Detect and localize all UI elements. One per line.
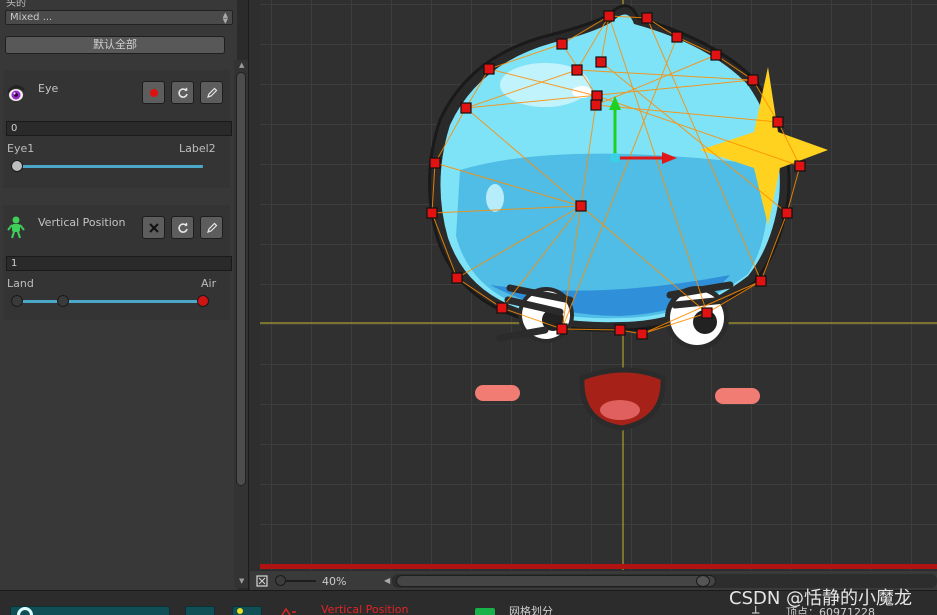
vertex-handle[interactable] <box>556 38 568 50</box>
vertex-handle[interactable] <box>755 275 767 287</box>
vertex-handle[interactable] <box>794 160 806 172</box>
middle-keyframe-knob[interactable] <box>57 295 69 307</box>
bottom-vertical-position-label[interactable]: Vertical Position <box>321 603 409 615</box>
eye-slider-knob[interactable] <box>11 160 23 172</box>
vertical-position-reset-button[interactable] <box>171 216 194 239</box>
section-label: 头的 <box>6 0 26 9</box>
vertical-position-parameter: Vertical Position 1 Land Air <box>3 205 232 320</box>
vertex-handle[interactable] <box>641 12 653 24</box>
land-label: Land <box>7 277 34 290</box>
eye-icon <box>7 85 25 101</box>
vertex-handle[interactable] <box>496 302 508 314</box>
fit-view-icon[interactable] <box>256 575 268 587</box>
vertex-handle[interactable] <box>781 207 793 219</box>
vertex-handle[interactable] <box>671 31 683 43</box>
eye-edit-button[interactable] <box>200 81 223 104</box>
close-icon <box>148 222 159 233</box>
eye-left-label: Eye1 <box>7 142 35 155</box>
eye-parameter: Eye 0 Eye1 Label2 <box>3 70 232 188</box>
character-icon <box>7 216 25 239</box>
vertical-position-title: Vertical Position <box>38 216 126 229</box>
eye-value-field[interactable]: 0 <box>6 121 232 136</box>
refresh-icon <box>177 87 188 98</box>
vertex-handle[interactable] <box>595 56 607 68</box>
panel-divider[interactable] <box>248 0 260 590</box>
land-keyframe-knob[interactable] <box>11 295 23 307</box>
horizontal-scroll-knob[interactable] <box>696 575 710 587</box>
air-keyframe-knob[interactable] <box>197 295 209 307</box>
refresh-icon <box>177 222 188 233</box>
mixed-dropdown-value: Mixed ... <box>10 12 53 23</box>
vertex-handle[interactable] <box>636 328 648 340</box>
inspector-panel: 头的 Mixed ... ▲▼ 默认全部 Eye 0 Eye1 Label2 <box>0 0 237 590</box>
timeline-red-bar <box>260 564 937 569</box>
vertex-handle[interactable] <box>483 63 495 75</box>
vertex-handles[interactable] <box>260 0 937 570</box>
vertex-handle[interactable] <box>772 116 784 128</box>
vertex-handle[interactable] <box>614 324 626 336</box>
scroll-left-icon[interactable]: ◀ <box>384 576 390 585</box>
scroll-up-icon[interactable]: ▲ <box>239 61 244 69</box>
scroll-down-icon[interactable]: ▼ <box>239 577 244 585</box>
vertex-handle[interactable] <box>747 74 759 86</box>
vertical-position-edit-button[interactable] <box>200 216 223 239</box>
bottom-tool-button-2[interactable] <box>232 606 262 615</box>
vertical-position-slider[interactable] <box>13 300 205 303</box>
vertex-handle[interactable] <box>556 323 568 335</box>
zoom-value: 40% <box>322 575 347 588</box>
record-icon <box>149 88 158 97</box>
vertical-position-icon <box>281 608 296 615</box>
remove-button[interactable] <box>142 216 165 239</box>
vertex-handle[interactable] <box>710 49 722 61</box>
bottom-tool-button[interactable] <box>185 606 215 615</box>
vertex-handle[interactable] <box>603 10 615 22</box>
vertex-handle[interactable] <box>590 99 602 111</box>
scene-viewport[interactable] <box>260 0 937 570</box>
vertex-handle[interactable] <box>451 272 463 284</box>
vertex-handle[interactable] <box>460 102 472 114</box>
bottom-mode-button[interactable] <box>10 606 170 615</box>
eye-reset-button[interactable] <box>171 81 194 104</box>
eye-right-label: Label2 <box>179 142 216 155</box>
air-label: Air <box>201 277 217 290</box>
pencil-icon <box>206 87 217 98</box>
updown-arrows-icon: ▲ ▼ <box>222 11 228 25</box>
vertex-handle[interactable] <box>575 200 587 212</box>
horizontal-scroll-thumb[interactable] <box>396 575 716 587</box>
vertical-position-value-field[interactable]: 1 <box>6 256 232 271</box>
grid-division-label[interactable]: 网格划分 <box>509 603 553 615</box>
light-icon <box>237 608 243 614</box>
circle-icon <box>17 607 33 615</box>
grid-icon <box>475 608 495 615</box>
vertex-handle[interactable] <box>426 207 438 219</box>
pencil-icon <box>206 222 217 233</box>
vertex-handle[interactable] <box>429 157 441 169</box>
eye-title: Eye <box>38 82 59 95</box>
watermark: CSDN @恬静的小魔龙 <box>729 588 913 609</box>
eye-slider[interactable] <box>13 165 203 168</box>
inspector-scroll-thumb[interactable] <box>236 72 246 486</box>
mixed-dropdown[interactable]: Mixed ... ▲ ▼ <box>5 10 233 25</box>
vertex-handle[interactable] <box>571 64 583 76</box>
reset-all-button[interactable]: 默认全部 <box>5 36 225 54</box>
zoom-slider-knob[interactable] <box>275 575 286 586</box>
record-button[interactable] <box>142 81 165 104</box>
vertex-handle[interactable] <box>701 307 713 319</box>
